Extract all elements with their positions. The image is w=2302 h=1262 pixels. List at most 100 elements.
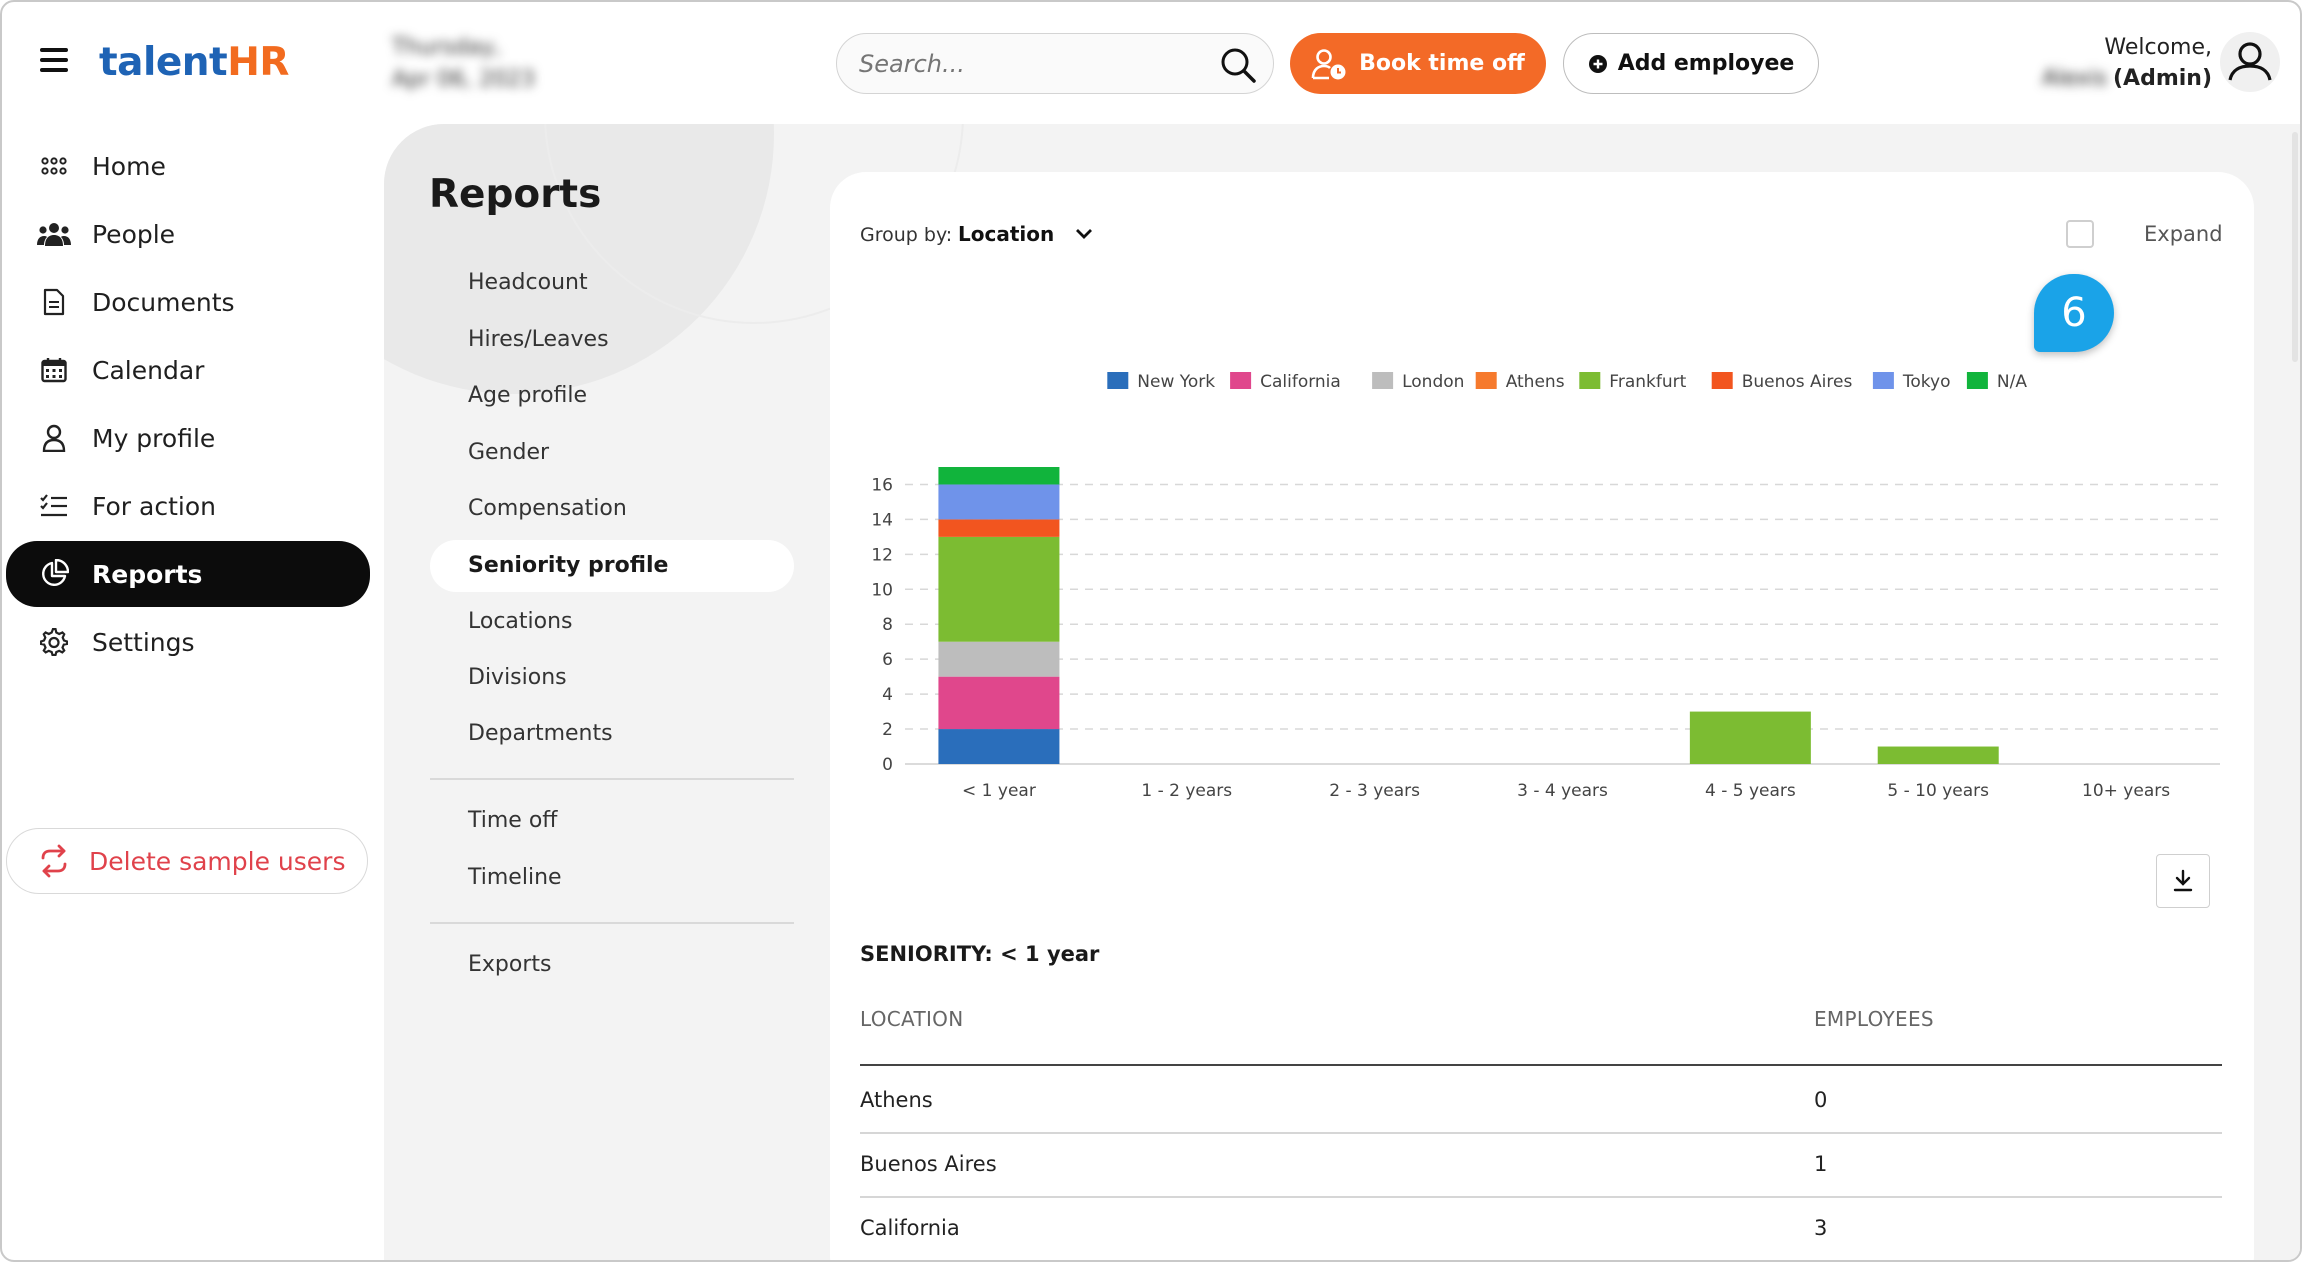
y-tick-label: 12: [871, 545, 893, 565]
sidebar-item-label: Documents: [92, 287, 235, 317]
report-menu-age-profile[interactable]: Age profile: [468, 383, 587, 408]
sidebar-item-label: Reports: [92, 559, 203, 589]
report-menu-compensation[interactable]: Compensation: [468, 496, 627, 521]
calendar-icon: [36, 352, 72, 388]
group-by-select[interactable]: Location: [958, 222, 1054, 246]
delete-sample-users-button[interactable]: Delete sample users: [6, 828, 368, 894]
expand-label: Expand: [2144, 222, 2223, 246]
y-tick-label: 16: [871, 475, 893, 495]
bar-segment: [938, 729, 1060, 764]
current-date: Thursday, Apr 06, 2023: [392, 32, 535, 96]
table-row-divider: [860, 1260, 2222, 1262]
callout-badge: 6: [2034, 274, 2114, 352]
y-tick-label: 2: [882, 720, 893, 740]
app-logo[interactable]: talentHR: [99, 40, 289, 85]
table-cell-employees: 3: [1814, 1216, 1828, 1240]
sidebar-item-settings[interactable]: Settings: [6, 611, 370, 673]
sidebar-item-label: For action: [92, 491, 216, 521]
bar-segment: [938, 467, 1060, 485]
legend-label: Tokyo: [1902, 372, 1951, 392]
grid-icon: [36, 148, 72, 184]
avatar-icon[interactable]: [2218, 30, 2282, 94]
book-time-off-label: Book time off: [1359, 51, 1525, 76]
main-panel: Reports Headcount Hires/Leaves Age profi…: [384, 124, 2300, 1262]
bar-segment: [938, 519, 1060, 537]
report-menu-divisions[interactable]: Divisions: [468, 665, 567, 690]
x-tick-label: 1 - 2 years: [1141, 781, 1232, 801]
bar-segment: [1689, 711, 1811, 764]
scrollbar[interactable]: [2292, 132, 2298, 362]
report-menu-headcount[interactable]: Headcount: [468, 270, 588, 295]
report-menu-departments[interactable]: Departments: [468, 721, 613, 746]
legend-swatch: [1711, 372, 1733, 389]
report-menu-hires-leaves[interactable]: Hires/Leaves: [468, 327, 609, 352]
bar-segment: [938, 536, 1060, 642]
legend-label: N/A: [1997, 372, 2027, 392]
table-cell-location: Buenos Aires: [860, 1152, 997, 1176]
checklist-icon: [36, 488, 72, 524]
refresh-icon: [41, 844, 67, 878]
document-icon: [36, 284, 72, 320]
table-cell-employees: 1: [1814, 1152, 1828, 1176]
user-role: (Admin): [2112, 66, 2212, 91]
x-tick-label: 2 - 3 years: [1329, 781, 1420, 801]
report-menu-seniority-profile[interactable]: Seniority profile: [468, 553, 668, 578]
date-weekday: Thursday,: [392, 35, 502, 60]
app-window: talentHR Thursday, Apr 06, 2023 Book tim…: [0, 0, 2302, 1262]
y-tick-label: 10: [871, 580, 893, 600]
table-header-divider: [860, 1064, 2222, 1066]
legend-swatch: [1372, 372, 1394, 389]
sidebar-item-calendar[interactable]: Calendar: [6, 339, 370, 401]
y-tick-label: 14: [871, 510, 893, 530]
legend-label: Frankfurt: [1609, 372, 1686, 392]
page-title: Reports: [429, 172, 602, 217]
sidebar-item-documents[interactable]: Documents: [6, 271, 370, 333]
sidebar-item-label: My profile: [92, 423, 216, 453]
report-menu-timeline[interactable]: Timeline: [468, 865, 562, 890]
y-tick-label: 8: [882, 615, 893, 635]
report-menu-locations[interactable]: Locations: [468, 609, 573, 634]
sidebar-item-home[interactable]: Home: [6, 135, 370, 197]
report-menu-gender[interactable]: Gender: [468, 440, 549, 465]
search-box[interactable]: [836, 33, 1274, 94]
expand-checkbox[interactable]: [2066, 220, 2094, 248]
search-input[interactable]: [859, 46, 1199, 82]
sidebar-item-my-profile[interactable]: My profile: [6, 407, 370, 469]
x-tick-label: 5 - 10 years: [1887, 781, 1989, 801]
report-card: Group by: Location Expand 0 2 4 6 8 10 12 14 16 <…: [830, 172, 2254, 1262]
table-title-value: < 1 year: [1000, 942, 1100, 966]
chevron-down-icon[interactable]: [1074, 227, 1094, 241]
x-tick-label: 10+ years: [2082, 781, 2170, 801]
add-employee-label: Add employee: [1617, 51, 1795, 76]
pie-chart-icon: [36, 556, 72, 592]
search-icon[interactable]: [1219, 46, 1257, 84]
sidebar-item-for-action[interactable]: For action: [6, 475, 370, 537]
download-button[interactable]: [2156, 854, 2210, 908]
y-tick-label: 4: [882, 685, 893, 705]
user-name: Alexis: [2042, 66, 2107, 91]
sidebar-item-label: Calendar: [92, 355, 205, 385]
table-title: SENIORITY: < 1 year: [860, 942, 1099, 966]
report-menu-exports[interactable]: Exports: [468, 952, 551, 977]
sidebar-item-people[interactable]: People: [6, 203, 370, 265]
gear-icon: [36, 624, 72, 660]
user-icon: [36, 420, 72, 456]
column-header-employees: EMPLOYEES: [1814, 1007, 1934, 1031]
legend-label: California: [1260, 372, 1341, 392]
welcome-text: Welcome, Alexis (Admin): [2042, 32, 2212, 94]
add-employee-button[interactable]: Add employee: [1563, 33, 1819, 94]
delete-sample-users-label: Delete sample users: [89, 846, 346, 876]
legend-swatch: [1966, 372, 1988, 389]
legend-swatch: [1872, 372, 1894, 389]
book-time-off-button[interactable]: Book time off: [1290, 33, 1546, 94]
report-menu-time-off[interactable]: Time off: [468, 808, 557, 833]
sidebar-item-reports[interactable]: Reports: [6, 541, 370, 607]
hamburger-menu-icon[interactable]: [40, 48, 68, 72]
seniority-chart: 0 2 4 6 8 10 12 14 16 < 1 year 1 - 2 years 2 - 3 ye…: [871, 372, 2220, 801]
group-by-label: Group by:: [860, 224, 953, 246]
table-cell-location: Athens: [860, 1088, 933, 1112]
x-tick-label: < 1 year: [962, 781, 1036, 801]
people-icon: [36, 216, 72, 252]
bar-segment: [938, 641, 1060, 677]
date-full: Apr 06, 2023: [392, 67, 536, 92]
